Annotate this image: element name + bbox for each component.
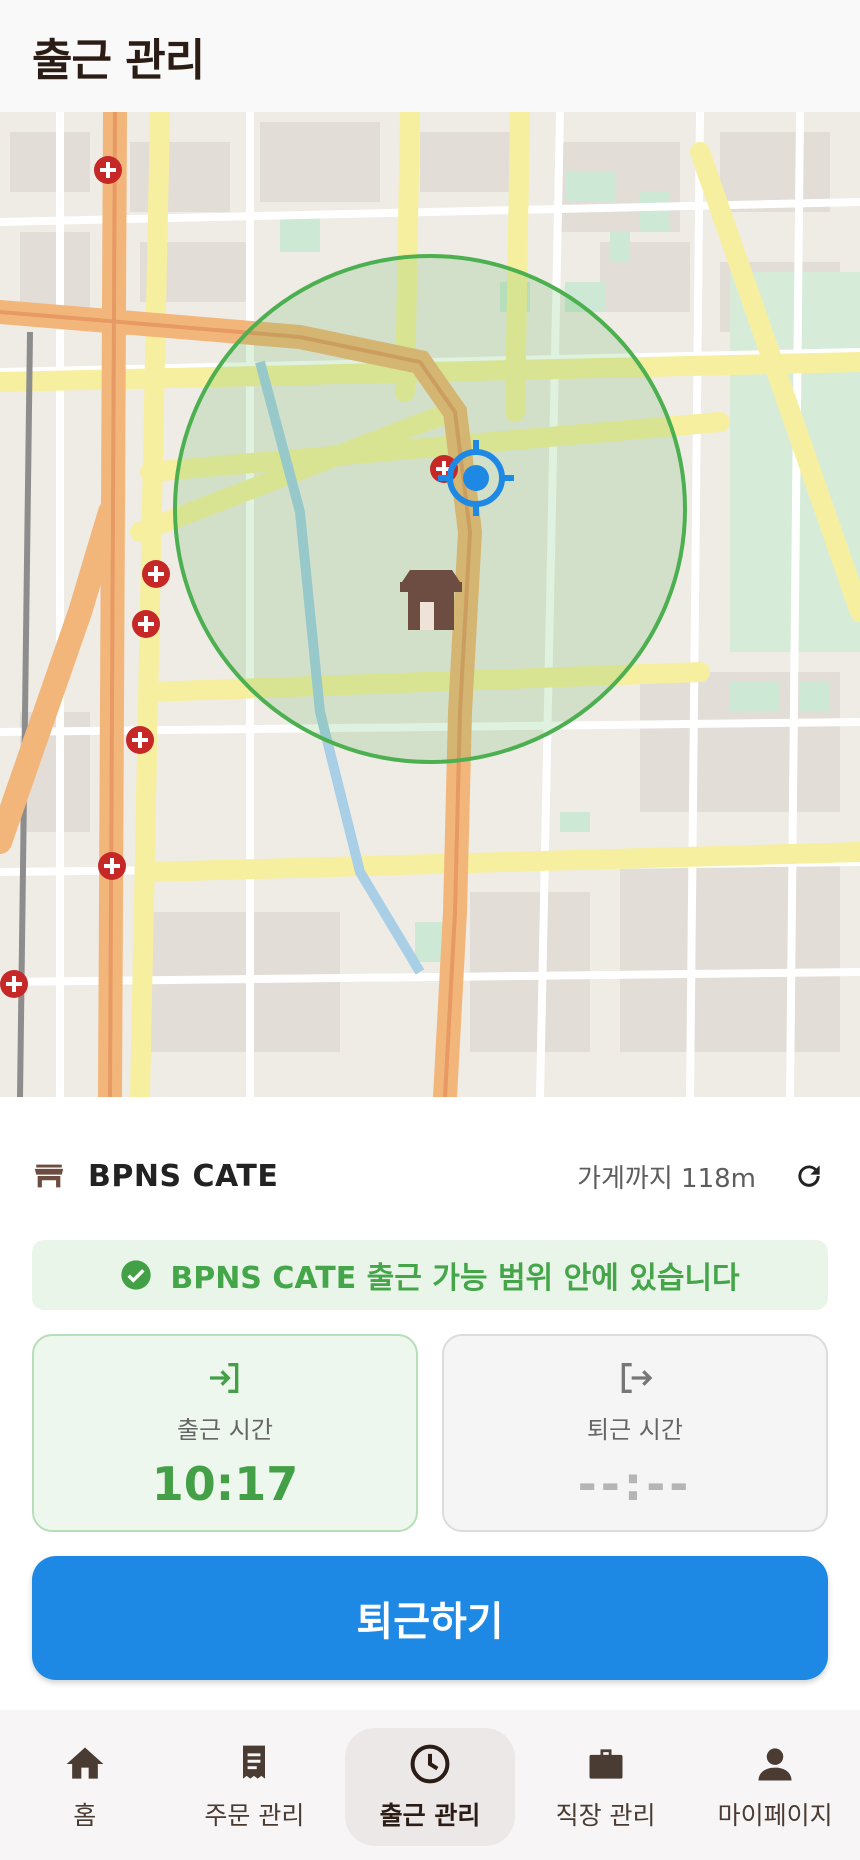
nav-label-orders: 주문 관리: [204, 1801, 305, 1830]
map-canvas[interactable]: [0, 112, 860, 1097]
clock-out-label: 퇴근 시간: [587, 1416, 683, 1444]
refresh-button[interactable]: [790, 1157, 828, 1195]
person-icon: [758, 1748, 792, 1781]
clock-out-card: 퇴근 시간 --:--: [442, 1334, 828, 1532]
bottom-navigation: 홈 주문 관리 출근 관리 직장 관리 마이페이지: [0, 1710, 860, 1860]
check-circle-icon: [121, 1260, 152, 1290]
nav-item-workplace[interactable]: 직장 관리: [521, 1728, 691, 1846]
range-status-text: BPNS CATE 출근 가능 범위 안에 있습니다: [170, 1261, 740, 1296]
clock-out-button-label: 퇴근하기: [356, 1599, 504, 1645]
store-info-row: BPNS CATE 가게까지 118m: [32, 1152, 828, 1200]
nav-label-attendance: 출근 관리: [379, 1801, 481, 1830]
nav-item-mypage[interactable]: 마이페이지: [690, 1728, 860, 1846]
home-icon: [66, 1747, 104, 1779]
page-title: 출근 관리: [32, 35, 205, 86]
clock-in-time: 10:17: [151, 1457, 299, 1511]
map-view[interactable]: [0, 112, 860, 1097]
clock-out-time: --:--: [577, 1457, 693, 1511]
refresh-icon: [798, 1165, 820, 1187]
nav-item-home[interactable]: 홈: [0, 1728, 170, 1846]
clock-in-card: 출근 시간 10:17: [32, 1334, 418, 1532]
store-distance: 가게까지 118m: [577, 1163, 756, 1194]
nav-item-attendance[interactable]: 출근 관리: [345, 1728, 515, 1846]
clock-icon: [410, 1744, 450, 1784]
app-header: 출근 관리: [0, 0, 860, 112]
clock-out-button[interactable]: 퇴근하기: [32, 1556, 828, 1680]
logout-icon: [621, 1363, 653, 1393]
nav-label-workplace: 직장 관리: [555, 1801, 656, 1830]
nav-label-mypage: 마이페이지: [717, 1801, 833, 1830]
receipt-icon: [243, 1745, 266, 1779]
store-name: BPNS CATE: [88, 1158, 279, 1194]
nav-item-orders[interactable]: 주문 관리: [170, 1728, 340, 1846]
clock-in-label: 출근 시간: [177, 1416, 273, 1444]
briefcase-icon: [589, 1749, 623, 1779]
store-icon: [34, 1164, 64, 1188]
login-icon: [210, 1363, 239, 1393]
store-marker-icon[interactable]: [400, 570, 462, 630]
range-status-banner: BPNS CATE 출근 가능 범위 안에 있습니다: [32, 1240, 828, 1310]
nav-label-home: 홈: [73, 1801, 97, 1830]
geofence-circle: [173, 254, 687, 764]
